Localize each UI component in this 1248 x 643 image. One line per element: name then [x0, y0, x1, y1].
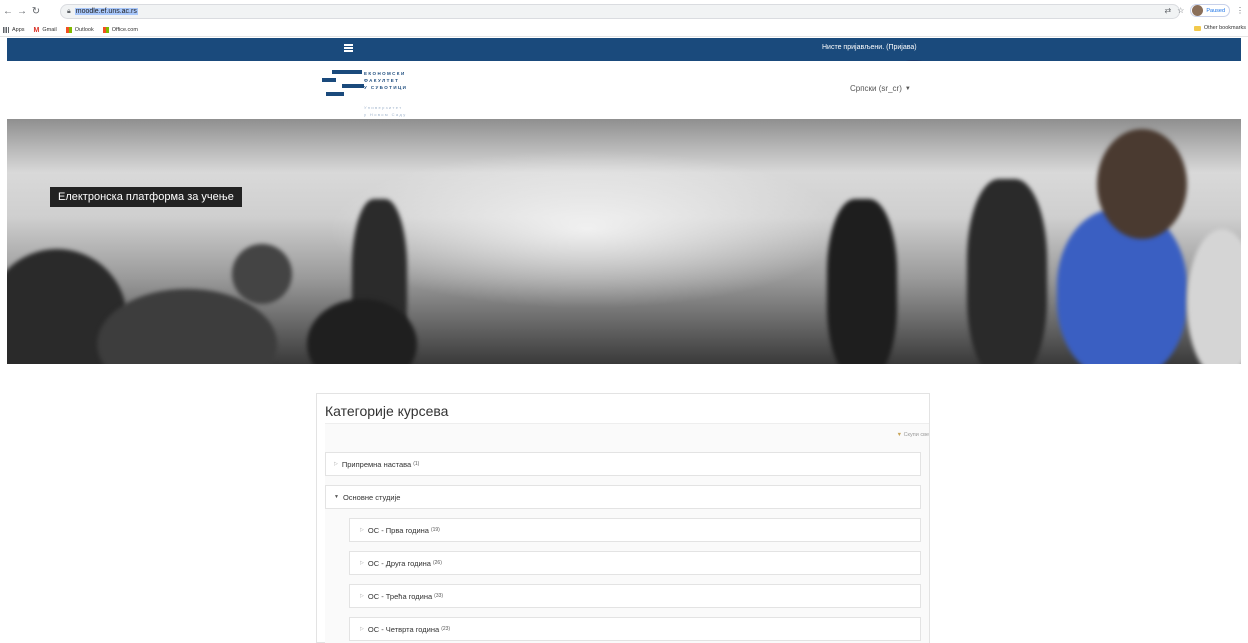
bookmark-label: Apps [12, 26, 25, 33]
category-count: (23) [441, 626, 451, 632]
back-icon[interactable]: ← [2, 6, 14, 17]
logo-line: ФАКУЛТЕТ [364, 78, 400, 83]
logo-line: У СУБОТИЦИ [364, 85, 408, 90]
other-bookmarks[interactable]: Other bookmarks [1193, 25, 1246, 31]
category-item[interactable]: ▼ Основне студије [325, 485, 921, 509]
category-label: Основне студије [342, 492, 401, 502]
logo-text: ЕКОНОМСКИ ФАКУЛТЕТ У СУБОТИЦИ [364, 70, 407, 91]
bookmark-outlook[interactable]: Outlook [65, 26, 94, 33]
gmail-icon: M [33, 26, 40, 34]
logo-bar [332, 70, 362, 74]
category-label: ОС - Прва година [367, 525, 429, 535]
caret-right-icon: ▷ [360, 560, 364, 566]
profile-button[interactable]: Paused [1190, 4, 1230, 17]
category-item[interactable]: ▷ Припремна настава (1) [325, 452, 921, 476]
folder-icon [1193, 25, 1201, 31]
login-status-text: Нисте пријављени. [822, 44, 885, 51]
category-label: Припремна настава [341, 459, 412, 469]
hero-banner: Електронска платформа за учење [7, 119, 1241, 364]
caret-right-icon: ▷ [360, 527, 364, 533]
site-header: ЕКОНОМСКИ ФАКУЛТЕТ У СУБОТИЦИ Универзите… [7, 61, 1241, 119]
logo-sub-line: у Новом Саду [364, 112, 407, 117]
apps-icon [3, 26, 9, 33]
lock-icon: 🔒︎ [67, 7, 71, 15]
browser-actions: ⇄ ☆ Paused ⋮ [1164, 4, 1244, 17]
bookmark-label: Outlook [74, 26, 94, 33]
logo-bar [326, 92, 344, 96]
login-link[interactable]: (Пријава) [886, 44, 916, 51]
logo-sub-line: Универзитет [364, 105, 403, 110]
faculty-logo[interactable]: ЕКОНОМСКИ ФАКУЛТЕТ У СУБОТИЦИ Универзите… [320, 66, 440, 118]
reload-icon[interactable]: ↻ [30, 6, 42, 17]
hamburger-menu-icon[interactable] [344, 44, 353, 52]
collapse-all-link[interactable]: ▼ Скупи све [897, 432, 929, 438]
logo-bar [322, 78, 336, 82]
browser-toolbar: ← → ↻ 🔒︎ moodle.ef.uns.ac.rs ⇄ ☆ Paused … [0, 0, 1248, 23]
logo-bar [342, 84, 364, 88]
section-title: Категорије курсева [325, 403, 449, 419]
site-navbar: Нисте пријављени. (Пријава) [7, 38, 1241, 112]
forward-icon[interactable]: → [16, 6, 28, 17]
logo-line: ЕКОНОМСКИ [364, 71, 406, 76]
caret-down-icon: ▼ [896, 432, 903, 438]
address-bar[interactable]: 🔒︎ moodle.ef.uns.ac.rs [60, 4, 1180, 19]
bookmark-apps[interactable]: Apps [3, 26, 25, 33]
category-item[interactable]: ▷ ОС - Трећа година (33) [349, 584, 921, 608]
collapse-all-label: Скупи све [903, 432, 929, 438]
language-selector[interactable]: Српски (sr_cr) ▼ [850, 84, 911, 93]
login-status: Нисте пријављени. (Пријава) [822, 44, 917, 51]
hero-figure [967, 179, 1047, 364]
bookmark-label: Gmail [42, 26, 57, 33]
hero-title: Електронска платформа за учење [50, 187, 242, 207]
url-text[interactable]: moodle.ef.uns.ac.rs [74, 8, 138, 15]
course-categories: Категорије курсева ▼ Скупи све ▷ Припрем… [316, 393, 930, 643]
caret-right-icon: ▷ [360, 626, 364, 632]
translate-icon[interactable]: ⇄ [1164, 6, 1171, 15]
category-item[interactable]: ▷ ОС - Друга година (26) [349, 551, 921, 575]
other-bookmarks-label: Other bookmarks [1203, 25, 1246, 31]
avatar [1192, 5, 1204, 16]
hero-figure [1187, 229, 1241, 364]
caret-right-icon: ▷ [360, 593, 364, 599]
caret-down-icon: ▼ [334, 494, 339, 500]
bookmark-office[interactable]: Office.com [102, 26, 138, 33]
bookmark-label: Office.com [111, 26, 138, 33]
hero-figure [827, 199, 897, 364]
caret-down-icon: ▼ [904, 85, 911, 92]
hero-figure [232, 244, 292, 304]
menu-icon[interactable]: ⋮ [1236, 6, 1244, 15]
bookmarks-bar: Apps M Gmail Outlook Office.com Other bo… [0, 23, 1248, 37]
star-icon[interactable]: ☆ [1177, 6, 1184, 15]
profile-label: Paused [1206, 7, 1225, 14]
category-count: (1) [413, 461, 420, 467]
category-count: (19) [430, 527, 440, 533]
caret-right-icon: ▷ [334, 461, 338, 467]
office-icon [102, 26, 109, 33]
category-item[interactable]: ▷ ОС - Четврта година (23) [349, 617, 921, 641]
language-label: Српски (sr_cr) [850, 84, 902, 93]
category-count: (26) [432, 560, 442, 566]
category-label: ОС - Четврта година [367, 624, 440, 634]
category-count: (33) [434, 593, 444, 599]
outlook-icon [65, 26, 72, 33]
bookmark-gmail[interactable]: M Gmail [33, 26, 57, 34]
category-item[interactable]: ▷ ОС - Прва година (19) [349, 518, 921, 542]
hero-figure [1097, 129, 1187, 239]
logo-subtext: Универзитет у Новом Саду [364, 104, 407, 118]
category-list: ▼ Скупи све ▷ Припремна настава (1) ▼ Ос… [325, 423, 929, 643]
category-label: ОС - Трећа година [367, 591, 433, 601]
category-label: ОС - Друга година [367, 558, 431, 568]
